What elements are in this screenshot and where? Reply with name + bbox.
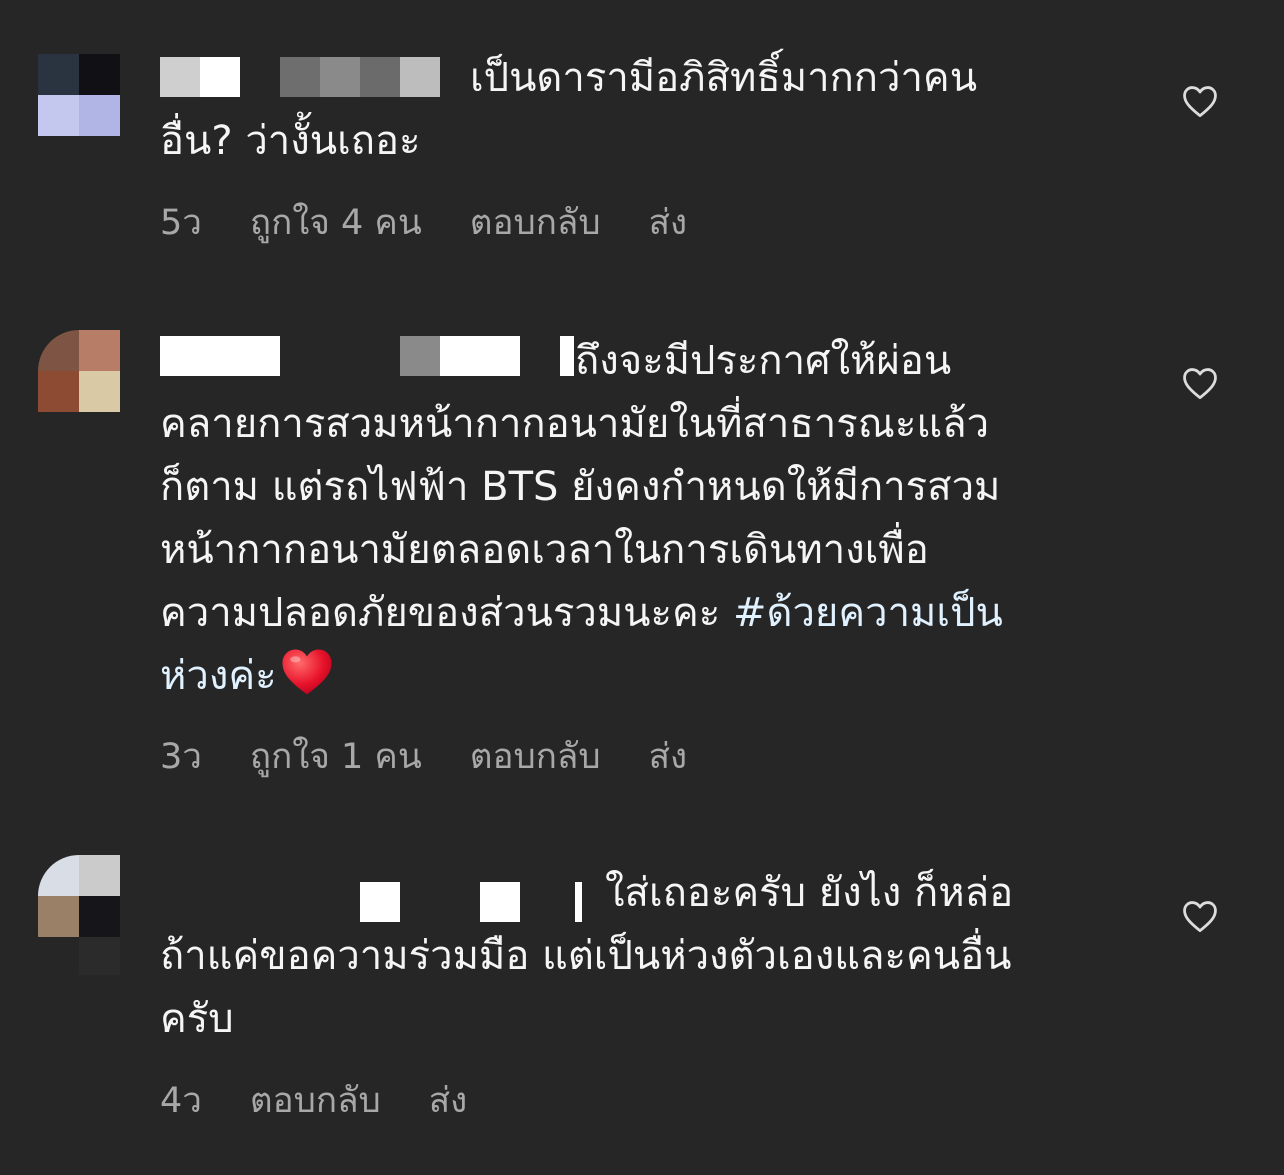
comment-meta: 4ว ตอบกลับ ส่ง (160, 1073, 515, 1128)
reply-button[interactable]: ตอบกลับ (250, 1073, 381, 1128)
send-button[interactable]: ส่ง (429, 1073, 467, 1128)
avatar-pixel (38, 896, 79, 937)
avatar-pixel (79, 937, 120, 975)
avatar-pixel (38, 855, 79, 896)
avatar-pixel (79, 896, 120, 937)
comment-text-line: ถ้าแค่ขอความร่วมมือ แต่เป็นห่วงตัวเองและ… (160, 933, 1012, 979)
avatar-pixel (79, 855, 120, 896)
comment-text: ใส่เถอะครับ ยังไง ก็หล่อ ถ้าแค่ขอความร่ว… (160, 862, 1140, 1051)
comment-time: 4ว (160, 1081, 202, 1121)
comment-text-line: ใส่เถอะครับ ยังไง ก็หล่อ (605, 870, 1014, 916)
comment-item: ใส่เถอะครับ ยังไง ก็หล่อ ถ้าแค่ขอความร่ว… (0, 0, 1284, 1175)
avatar[interactable] (38, 855, 120, 975)
heart-outline-icon[interactable] (1181, 899, 1219, 933)
comment-text-line: ครับ (160, 996, 234, 1042)
